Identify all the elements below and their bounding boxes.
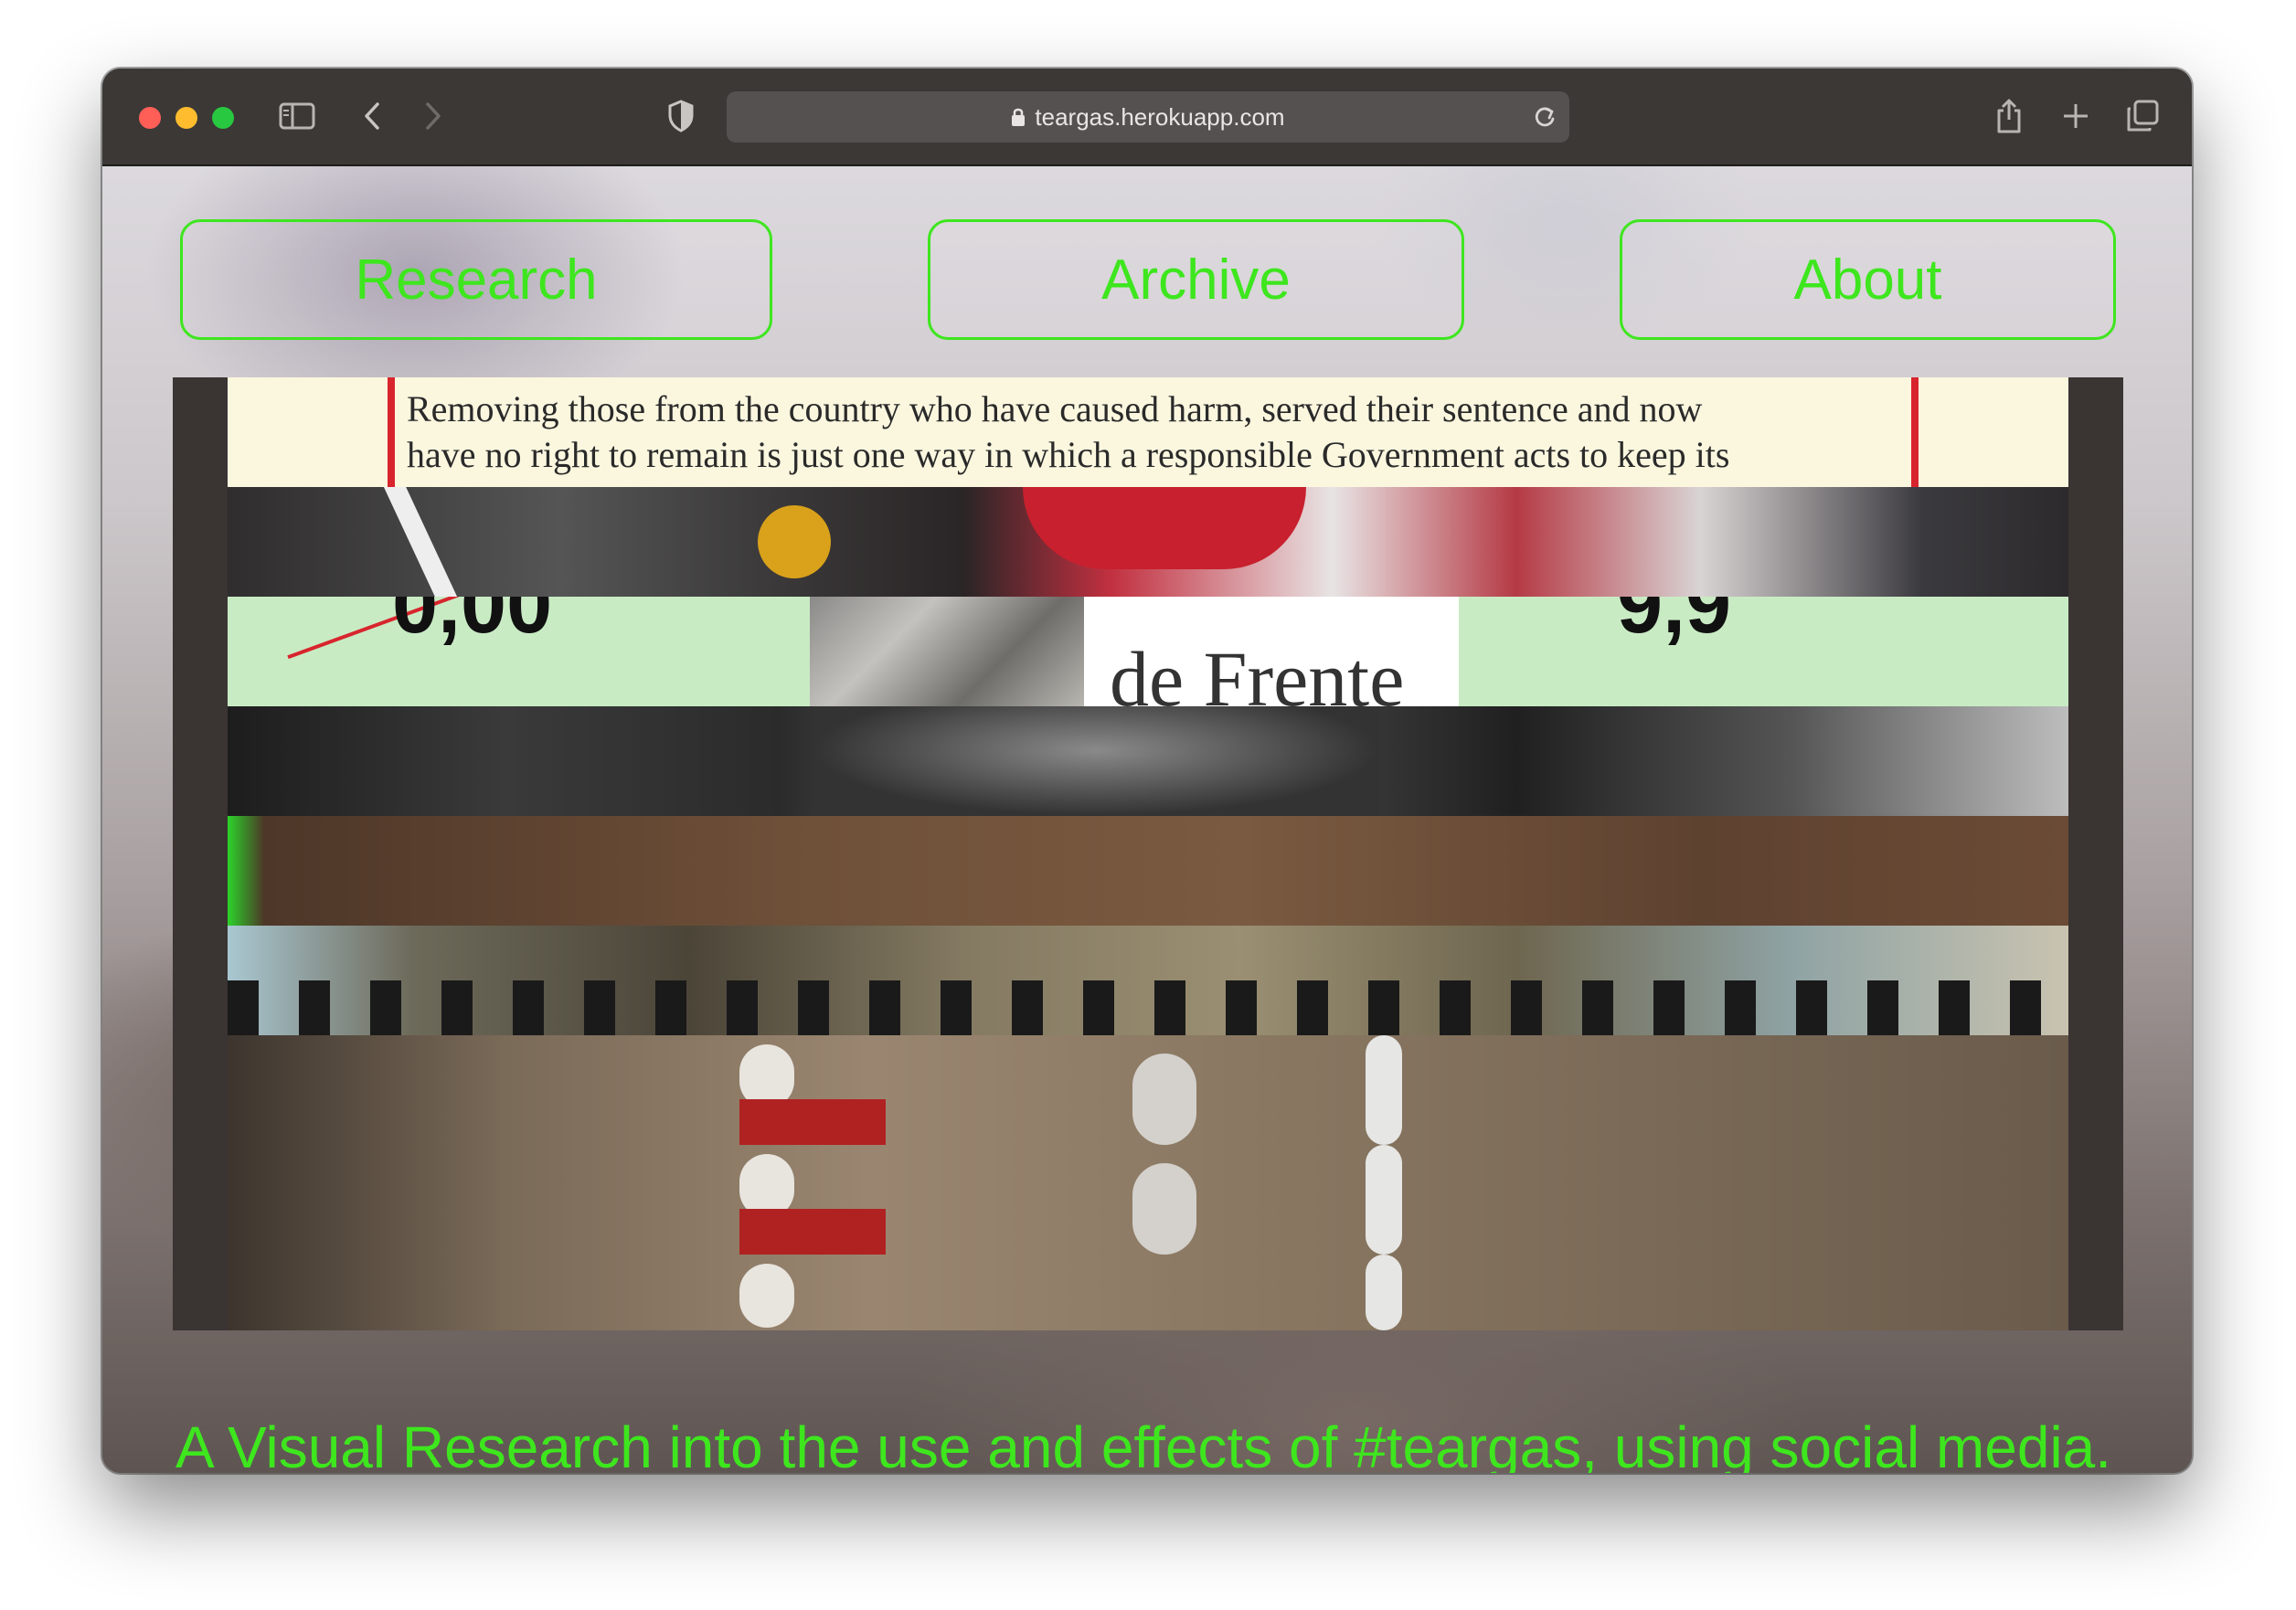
collage-strip-newspaper: 0,00 de Frente 9,9 xyxy=(228,597,2068,706)
nav-archive-button[interactable]: Archive xyxy=(928,219,1464,340)
collage-strip-teargas xyxy=(228,1035,2068,1145)
collage-strip-teargas xyxy=(228,1255,2068,1330)
reload-icon[interactable] xyxy=(1533,104,1557,134)
collage-strip-riot-police xyxy=(228,706,2068,816)
nav-about-button[interactable]: About xyxy=(1620,219,2116,340)
close-window-button[interactable] xyxy=(139,107,161,129)
collage-strip-document: Removing those from the country who have… xyxy=(228,377,2068,487)
newspaper-headline: de Frente xyxy=(1110,635,1405,706)
address-bar[interactable]: teargas.herokuapp.com xyxy=(727,91,1569,143)
minimize-window-button[interactable] xyxy=(175,107,197,129)
collage-strip-protest xyxy=(228,487,2068,597)
browser-toolbar: teargas.herokuapp.com xyxy=(102,69,2192,166)
chevron-right-icon[interactable] xyxy=(422,96,444,136)
collage-strip-blurred xyxy=(228,816,2068,926)
chevron-left-icon[interactable] xyxy=(361,96,383,136)
price-text: 9,9 xyxy=(1617,597,1732,651)
collage-strip-teargas xyxy=(228,1145,2068,1255)
lock-icon xyxy=(1011,107,1026,127)
web-page: Research Archive About Removing those fr… xyxy=(102,166,2192,1473)
shield-icon[interactable] xyxy=(667,96,695,136)
collage-strip-boots xyxy=(228,926,2068,1035)
browser-window: teargas.herokuapp.com Research Archive A… xyxy=(102,69,2192,1473)
share-icon[interactable] xyxy=(1994,96,2024,136)
url-text: teargas.herokuapp.com xyxy=(1035,102,1285,131)
plus-icon[interactable] xyxy=(2061,96,2090,136)
tagline: A Visual Research into the use and effec… xyxy=(175,1414,2112,1473)
document-text-line: Removing those from the country who have… xyxy=(407,388,1703,429)
zoom-window-button[interactable] xyxy=(212,107,234,129)
nav-research-button[interactable]: Research xyxy=(180,219,772,340)
price-text: 0,00 xyxy=(392,597,553,651)
sidebar-icon[interactable] xyxy=(279,96,315,136)
tab-overview-icon[interactable] xyxy=(2125,96,2160,136)
document-text-line: have no right to remain is just one way … xyxy=(407,434,1730,475)
image-collage[interactable]: Removing those from the country who have… xyxy=(173,377,2123,1330)
